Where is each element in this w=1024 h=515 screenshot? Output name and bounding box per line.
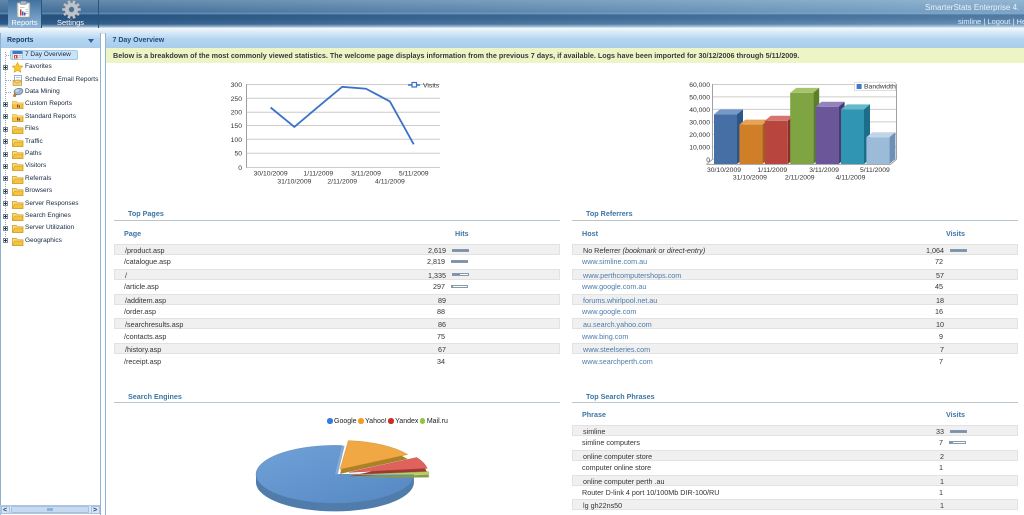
svg-text:2/11/2009: 2/11/2009 [327,179,357,186]
svg-text:0: 0 [706,157,710,164]
svg-text:30/10/2009: 30/10/2009 [707,167,741,174]
svg-text:5/11/2009: 5/11/2009 [860,167,890,174]
svg-text:3/11/2009: 3/11/2009 [351,171,381,178]
svg-text:40,000: 40,000 [689,107,710,114]
svg-text:300: 300 [231,82,243,89]
svg-text:0: 0 [238,165,242,172]
svg-text:250: 250 [231,96,243,103]
svg-text:50,000: 50,000 [689,94,710,101]
svg-text:60,000: 60,000 [689,82,710,89]
svg-text:1/11/2009: 1/11/2009 [303,171,333,178]
svg-text:100: 100 [231,137,243,144]
svg-text:5/11/2009: 5/11/2009 [399,171,429,178]
svg-text:10,000: 10,000 [689,144,710,151]
svg-text:Visits: Visits [423,83,440,90]
svg-text:50: 50 [234,151,242,158]
svg-text:Bandwidth: Bandwidth [864,84,896,91]
svg-text:4/11/2009: 4/11/2009 [375,179,405,186]
svg-text:30,000: 30,000 [689,119,710,126]
svg-text:2/11/2009: 2/11/2009 [785,175,815,182]
svg-text:150: 150 [231,123,243,130]
svg-text:31/10/2009: 31/10/2009 [733,175,767,182]
svg-text:20,000: 20,000 [689,132,710,139]
svg-text:4/11/2009: 4/11/2009 [836,175,866,182]
svg-text:30/10/2009: 30/10/2009 [254,171,288,178]
svg-text:200: 200 [231,110,243,117]
svg-text:1/11/2009: 1/11/2009 [757,167,787,174]
svg-text:31/10/2009: 31/10/2009 [277,179,311,186]
svg-text:3/11/2009: 3/11/2009 [809,167,839,174]
